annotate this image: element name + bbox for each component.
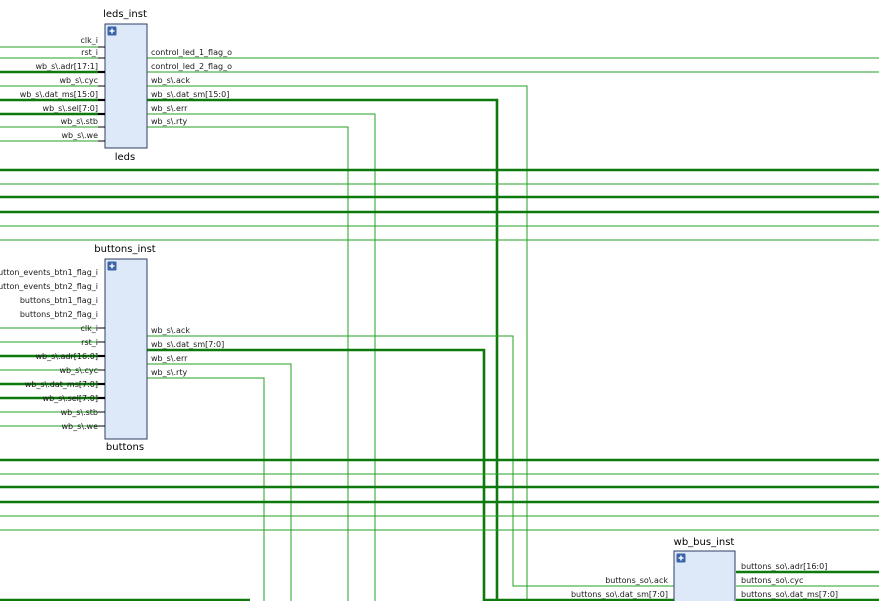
pin-label: buttons_btn2_flag_i	[20, 310, 98, 319]
pin-label: wb_s\.ack	[151, 76, 190, 85]
pin-label: wb_s\.err	[151, 104, 188, 113]
pin-label: buttons_so\.ack	[605, 576, 668, 585]
pin-label: wb_s\.rty	[151, 368, 187, 377]
instance-name: wb_bus_inst	[674, 537, 735, 548]
pin-label: buttons_so\.dat_ms[7:0]	[741, 590, 838, 599]
pin-label: wb_s\.we	[62, 131, 99, 140]
pin-label: buttons_btn1_flag_i	[20, 296, 98, 305]
pin-label: buttons_so\.cyc	[741, 576, 803, 585]
pin-label: wb_s\.cyc	[59, 76, 98, 85]
module-name: leds	[115, 152, 136, 163]
pin-label: wb_s\.dat_sm[7:0]	[151, 340, 224, 349]
pin-label: wb_s\.stb	[61, 117, 98, 126]
pin-label: rst_i	[81, 48, 98, 57]
pin-label: clk_i	[81, 324, 98, 333]
pin-label: wb_s\.stb	[61, 408, 98, 417]
expand-plus-icon[interactable]	[107, 261, 117, 271]
instance-name: leds_inst	[103, 9, 147, 20]
schematic-canvas[interactable]: leds_inst clk_i rst_i wb_s\.adr[17:1] wb…	[0, 0, 879, 601]
expand-plus-icon[interactable]	[676, 553, 686, 563]
bus-wire[interactable]	[147, 348, 676, 601]
net-wire[interactable]	[147, 363, 292, 601]
cell-body[interactable]	[104, 258, 148, 440]
pin-label: clk_i	[81, 36, 98, 45]
pin-label: wb_s\.ack	[151, 326, 190, 335]
pin-label: wb_s\.adr[16:0]	[35, 352, 98, 361]
pin-label: buttons_so\.adr[16:0]	[741, 562, 827, 571]
pin-label: wb_s\.sel[7:0]	[43, 104, 98, 113]
cell-buttons[interactable]: buttons_inst button_events_btn1_flag_i b…	[0, 244, 224, 453]
pin-label: wb_s\.dat_ms[7:0]	[25, 380, 98, 389]
pin-label: button_events_btn2_flag_i	[0, 282, 98, 291]
cell-wb-bus[interactable]: wb_bus_inst buttons_so\.ack buttons_so\.…	[571, 537, 838, 601]
pin-label: wb_s\.err	[151, 354, 188, 363]
pin-label: wb_s\.dat_sm[15:0]	[151, 90, 229, 99]
pin-label: button_events_btn1_flag_i	[0, 268, 98, 277]
cell-body[interactable]	[104, 23, 148, 149]
pin-label: control_led_2_flag_o	[151, 62, 232, 71]
pin-label: rst_i	[81, 338, 98, 347]
pin-label: wb_s\.we	[62, 422, 99, 431]
pin-label: control_led_1_flag_o	[151, 48, 232, 57]
pin-label: wb_s\.rty	[151, 117, 187, 126]
net-wire[interactable]	[147, 377, 265, 601]
expand-plus-icon[interactable]	[107, 26, 117, 36]
pin-label: wb_s\.sel[7:0]	[43, 394, 98, 403]
pin-label: buttons_so\.dat_sm[7:0]	[571, 590, 668, 599]
pin-label: wb_s\.cyc	[59, 366, 98, 375]
instance-name: buttons_inst	[94, 244, 156, 255]
pin-label: wb_s\.dat_ms[15:0]	[20, 90, 98, 99]
pin-label: wb_s\.adr[17:1]	[35, 62, 98, 71]
module-name: buttons	[106, 442, 144, 453]
